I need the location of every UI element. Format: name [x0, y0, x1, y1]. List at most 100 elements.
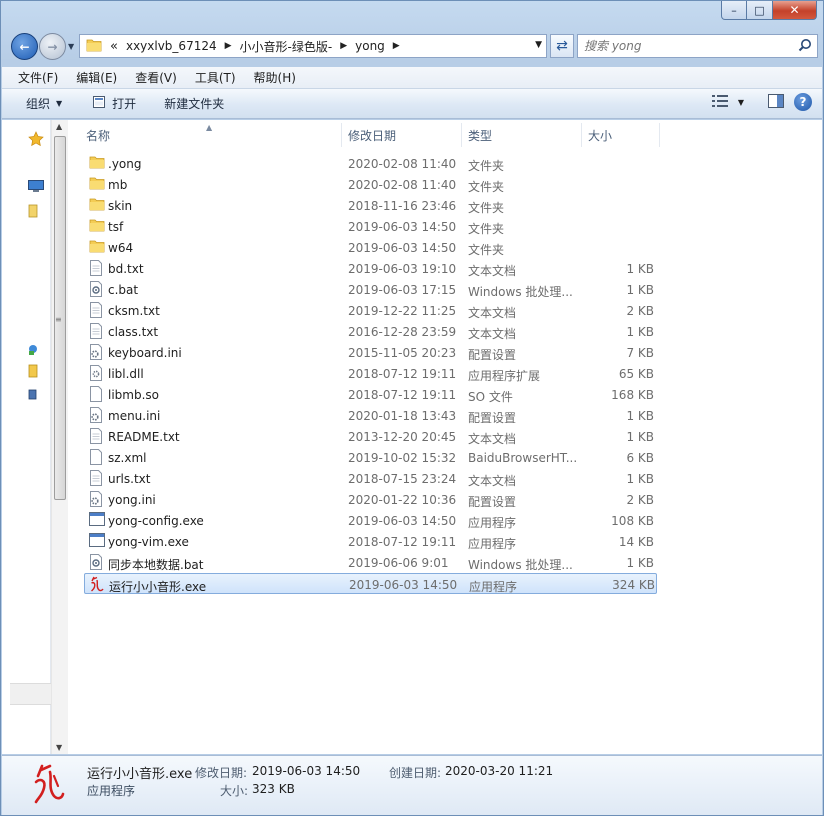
file-name: README.txt: [108, 430, 180, 444]
scroll-up-icon[interactable]: ▲: [56, 122, 62, 131]
file-name: .yong: [108, 157, 142, 171]
file-name: c.bat: [108, 283, 139, 297]
column-header-name[interactable]: 名称 ▲: [80, 123, 342, 147]
search-box[interactable]: [577, 34, 818, 58]
file-date: 2019-06-03 14:50: [349, 578, 458, 592]
preview-pane-icon[interactable]: [768, 93, 784, 111]
table-row[interactable]: skin 2018-11-16 23:46 文件夹: [84, 195, 657, 216]
file-date: 2015-11-05 20:23: [348, 346, 457, 360]
favorites-star-icon[interactable]: [28, 131, 44, 150]
file-type: 文件夹: [468, 180, 505, 194]
scroll-down-icon[interactable]: ▼: [56, 743, 62, 752]
dll-file-icon: [89, 365, 103, 384]
file-size: 7 KB: [626, 346, 654, 360]
search-input[interactable]: [584, 39, 784, 53]
table-row[interactable]: bd.txt 2019-06-03 19:10 文本文档 1 KB: [84, 258, 657, 279]
file-type: Windows 批处理...: [468, 558, 573, 572]
new-folder-label: 新建文件夹: [164, 97, 225, 111]
view-options-icon[interactable]: [711, 94, 728, 110]
file-date: 2020-01-18 13:43: [348, 409, 457, 423]
table-row[interactable]: class.txt 2016-12-28 23:59 文本文档 1 KB: [84, 321, 657, 342]
table-row[interactable]: .yong 2020-02-08 11:40 文件夹: [84, 153, 657, 174]
maximize-button[interactable]: □: [747, 1, 773, 20]
menu-help[interactable]: 帮助(H): [244, 69, 304, 86]
refresh-button[interactable]: ⇄: [550, 34, 574, 58]
computer-icon[interactable]: [28, 388, 38, 405]
address-bar[interactable]: « xxyxlvb_67124 ▶ 小小音形-绿色版- ▶ yong ▶ ▼: [79, 34, 547, 58]
file-name: sz.xml: [108, 451, 147, 465]
table-row[interactable]: keyboard.ini 2015-11-05 20:23 配置设置 7 KB: [84, 342, 657, 363]
breadcrumb-separator-icon[interactable]: ▶: [340, 41, 347, 51]
address-dropdown-icon[interactable]: ▼: [535, 40, 542, 50]
file-date: 2019-06-03 14:50: [348, 514, 457, 528]
view-dropdown-icon[interactable]: ▼: [738, 98, 744, 107]
search-icon[interactable]: [798, 38, 812, 55]
forward-button[interactable]: →: [39, 33, 66, 60]
breadcrumb-separator-icon[interactable]: ▶: [393, 41, 400, 51]
content-area: ▲ ≡ ▼ 名称 ▲ 修改日期 类型 大小 .yong 2020-02-08 11…: [2, 120, 822, 754]
desktop-icon[interactable]: [28, 180, 44, 195]
table-row[interactable]: libmb.so 2018-07-12 19:11 SO 文件 168 KB: [84, 384, 657, 405]
column-header-type[interactable]: 类型: [462, 123, 582, 147]
file-type: 文件夹: [468, 243, 505, 257]
folder-icon: [86, 38, 102, 55]
table-row[interactable]: 同步本地数据.bat 2019-06-06 9:01 Windows 批处理... 1…: [84, 552, 657, 573]
file-date: 2019-06-03 14:50: [348, 220, 457, 234]
file-type: 文本文档: [468, 327, 517, 341]
table-row[interactable]: urls.txt 2018-07-15 23:24 文本文档 1 KB: [84, 468, 657, 489]
table-row[interactable]: README.txt 2013-12-20 20:45 文本文档 1 KB: [84, 426, 657, 447]
table-row-selected[interactable]: 运行小小音形.exe 2019-06-03 14:50 应用程序 324 KB: [84, 573, 657, 594]
breadcrumb-item[interactable]: yong: [355, 39, 385, 53]
table-row[interactable]: yong.ini 2020-01-22 10:36 配置设置 2 KB: [84, 489, 657, 510]
file-name: yong-config.exe: [108, 514, 204, 528]
table-row[interactable]: cksm.txt 2019-12-22 11:25 文本文档 2 KB: [84, 300, 657, 321]
help-icon[interactable]: ?: [794, 93, 812, 111]
back-button[interactable]: ←: [11, 33, 38, 60]
file-name: libl.dll: [108, 367, 144, 381]
table-row[interactable]: menu.ini 2020-01-18 13:43 配置设置 1 KB: [84, 405, 657, 426]
file-date: 2018-07-12 19:11: [348, 367, 457, 381]
file-size: 65 KB: [618, 367, 654, 381]
column-header-size[interactable]: 大小: [582, 123, 660, 147]
navigation-pane-scrollbar[interactable]: [10, 683, 51, 705]
menu-view[interactable]: 查看(V): [125, 69, 185, 86]
table-row[interactable]: w64 2019-06-03 14:50 文件夹: [84, 237, 657, 258]
recent-pages-dropdown[interactable]: ▼: [68, 42, 74, 51]
table-row[interactable]: tsf 2019-06-03 14:50 文件夹: [84, 216, 657, 237]
details-modified-value: 2019-06-03 14:50: [252, 764, 361, 778]
breadcrumb-overflow[interactable]: «: [110, 39, 118, 54]
new-folder-button[interactable]: 新建文件夹: [164, 95, 224, 112]
close-button[interactable]: ✕: [773, 1, 817, 20]
homegroup-icon[interactable]: [28, 364, 38, 381]
minimize-button[interactable]: –: [721, 1, 747, 20]
organize-button[interactable]: 组织 ▼: [26, 95, 62, 112]
breadcrumb-item[interactable]: 小小音形-绿色版-: [240, 38, 333, 55]
file-date: 2019-06-03 17:15: [348, 283, 457, 297]
file-type: SO 文件: [468, 390, 513, 404]
file-type: 文本文档: [468, 474, 517, 488]
table-row[interactable]: yong-config.exe 2019-06-03 14:50 应用程序 108 K…: [84, 510, 657, 531]
table-row[interactable]: sz.xml 2019-10-02 15:32 BaiduBrowserHT... 6…: [84, 447, 657, 468]
vertical-scrollbar[interactable]: ▲ ≡ ▼: [51, 120, 68, 754]
open-button[interactable]: 打开: [92, 95, 136, 112]
column-header-date[interactable]: 修改日期: [342, 123, 462, 147]
network-icon[interactable]: [28, 342, 38, 359]
menu-file[interactable]: 文件(F): [8, 69, 66, 86]
table-row[interactable]: c.bat 2019-06-03 17:15 Windows 批处理... 1 KB: [84, 279, 657, 300]
open-icon: [92, 95, 106, 112]
caption-buttons: – □ ✕: [721, 1, 817, 20]
file-type: 文件夹: [468, 201, 505, 215]
breadcrumb-separator-icon[interactable]: ▶: [225, 41, 232, 51]
scrollbar-grip-icon: ≡: [55, 315, 62, 324]
table-row[interactable]: libl.dll 2018-07-12 19:11 应用程序扩展 65 KB: [84, 363, 657, 384]
library-icon[interactable]: [28, 204, 38, 221]
menu-edit[interactable]: 编辑(E): [66, 69, 125, 86]
breadcrumb-item[interactable]: xxyxlvb_67124: [126, 39, 217, 53]
navigation-row: ← → ▼ « xxyxlvb_67124 ▶ 小小音形-绿色版- ▶ yong…: [9, 33, 818, 61]
table-row[interactable]: yong-vim.exe 2018-07-12 19:11 应用程序 14 KB: [84, 531, 657, 552]
menu-tools[interactable]: 工具(T): [185, 69, 244, 86]
file-name: 同步本地数据.bat: [108, 558, 204, 572]
table-row[interactable]: mb 2020-02-08 11:40 文件夹: [84, 174, 657, 195]
details-size-value: 323 KB: [252, 782, 295, 796]
column-name-label: 名称: [86, 128, 111, 143]
